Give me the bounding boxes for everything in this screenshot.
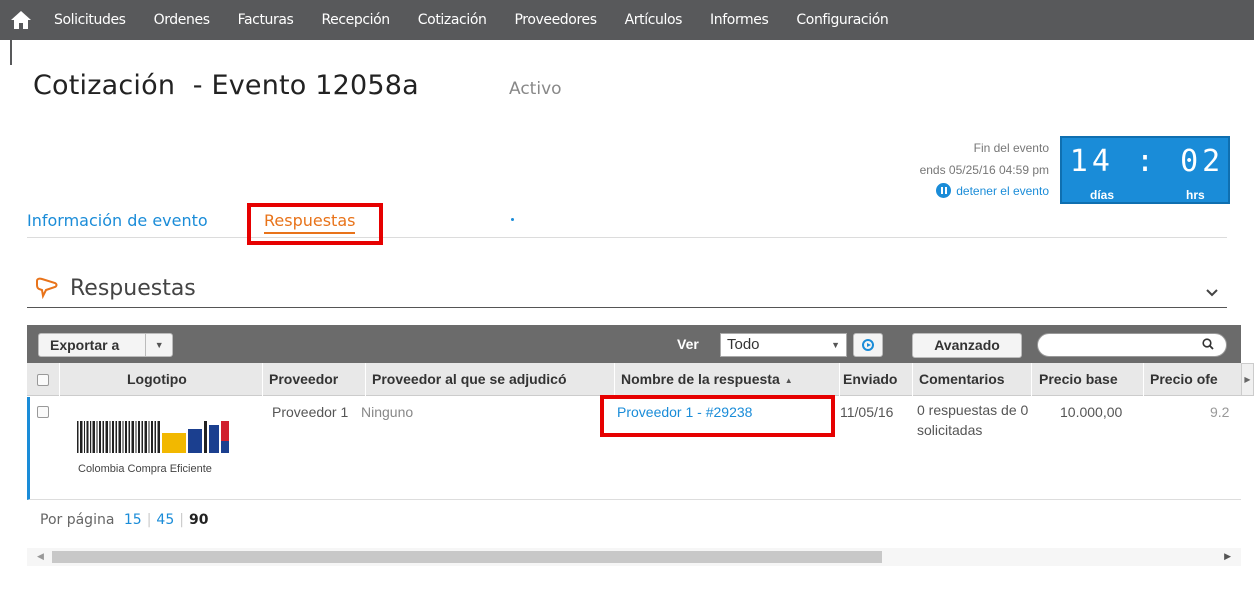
column-separator <box>1031 363 1032 396</box>
top-navigation: Solicitudes Ordenes Facturas Recepción C… <box>0 0 1254 40</box>
countdown-time: 14 : 02 <box>1069 144 1225 179</box>
column-separator <box>59 363 60 396</box>
page-title: Cotización - Evento 12058a <box>33 70 419 101</box>
column-separator <box>262 363 263 396</box>
speech-bubble-icon <box>36 277 58 299</box>
column-separator <box>1143 363 1144 396</box>
highlight-box-link <box>600 395 835 437</box>
column-separator <box>614 363 615 396</box>
caret-down-icon[interactable]: ▼ <box>145 333 172 357</box>
select-all-checkbox[interactable] <box>37 374 49 386</box>
highlight-box-tab <box>247 203 383 245</box>
nav-item-articulos[interactable]: Artículos <box>611 0 696 40</box>
nav-item-solicitudes[interactable]: Solicitudes <box>42 0 140 40</box>
stop-event-link[interactable]: detener el evento <box>936 183 1049 198</box>
column-header-adjudicado[interactable]: Proveedor al que se adjudicó <box>372 363 567 396</box>
play-circle-icon <box>862 339 874 351</box>
cell-adjudicado: Ninguno <box>361 404 414 420</box>
pagination-label: Por página <box>40 512 115 528</box>
cell-enviado: 11/05/16 <box>840 404 894 420</box>
column-header-precio-ofertado[interactable]: Precio ofe <box>1150 363 1218 396</box>
page-size-90[interactable]: 90 <box>189 512 208 528</box>
scroll-right-icon[interactable]: ▶ <box>1241 363 1254 396</box>
search-icon[interactable] <box>1202 338 1214 350</box>
sort-ascending-icon: ▲ <box>784 376 793 385</box>
ver-select[interactable]: Todo ▼ <box>720 333 847 357</box>
column-separator <box>365 363 366 396</box>
pause-icon <box>936 183 952 198</box>
logo-caption: Colombia Compra Eficiente <box>78 463 212 475</box>
caret-down-icon: ▼ <box>831 340 840 350</box>
column-separator <box>839 363 840 396</box>
column-header-precio-base[interactable]: Precio base <box>1039 363 1118 396</box>
cell-precio-base: 10.000,00 <box>1060 404 1123 420</box>
cell-comentarios: 0 respuestas de 0 solicitadas <box>917 402 1029 438</box>
horizontal-scrollbar[interactable]: ◀ ▶ <box>27 548 1241 566</box>
countdown-timer: 14 : 02 días hrs <box>1060 136 1230 204</box>
page-size-45[interactable]: 45 <box>156 512 174 528</box>
nav-item-recepcion[interactable]: Recepción <box>307 0 403 40</box>
tab-bar: Información de evento Respuestas <box>27 208 1227 238</box>
separator: | <box>179 512 184 528</box>
column-separator <box>912 363 913 396</box>
grid-toolbar: Exportar a ▼ Ver Todo ▼ Avanzado <box>27 325 1241 363</box>
event-ends-date: ends 05/25/16 04:59 pm <box>919 163 1049 177</box>
scrollbar-thumb[interactable] <box>52 551 882 563</box>
column-header-enviado[interactable]: Enviado <box>843 363 897 396</box>
home-icon[interactable] <box>0 0 42 40</box>
section-title: Respuestas <box>70 276 196 301</box>
event-end-label: Fin del evento <box>973 141 1049 155</box>
divider <box>27 307 1227 308</box>
cell-proveedor: Proveedor 1 <box>272 404 349 420</box>
nav-item-cotizacion[interactable]: Cotización <box>404 0 501 40</box>
pagination: Por página 15 | 45 | 90 <box>40 512 208 528</box>
nav-item-facturas[interactable]: Facturas <box>224 0 308 40</box>
ver-label: Ver <box>677 336 699 352</box>
dot-marker <box>511 218 514 221</box>
tab-informacion-evento[interactable]: Información de evento <box>27 211 208 230</box>
page-size-15[interactable]: 15 <box>124 512 142 528</box>
nav-item-informes[interactable]: Informes <box>696 0 782 40</box>
countdown-days-label: días <box>1090 188 1115 202</box>
chevron-down-icon[interactable] <box>1204 285 1220 299</box>
nav-item-ordenes[interactable]: Ordenes <box>140 0 224 40</box>
search-input[interactable] <box>1037 333 1227 357</box>
scroll-right-icon[interactable]: ▶ <box>1224 551 1231 562</box>
column-header-logotipo[interactable]: Logotipo <box>127 363 187 396</box>
status-label: Activo <box>509 79 562 99</box>
countdown-hrs-label: hrs <box>1186 188 1205 202</box>
scroll-left-icon[interactable]: ◀ <box>37 551 44 562</box>
advanced-button[interactable]: Avanzado <box>912 333 1022 358</box>
column-header-proveedor[interactable]: Proveedor <box>269 363 338 396</box>
export-label: Exportar a <box>50 337 120 353</box>
table-header: Logotipo Proveedor Proveedor al que se a… <box>27 363 1241 396</box>
column-header-nombre-respuesta[interactable]: Nombre de la respuesta ▲ <box>621 363 793 396</box>
divider <box>10 40 12 65</box>
nav-item-configuracion[interactable]: Configuración <box>782 0 902 40</box>
ver-select-value: Todo <box>727 336 760 353</box>
separator: | <box>146 512 152 528</box>
export-button[interactable]: Exportar a ▼ <box>38 333 173 357</box>
column-header-label: Nombre de la respuesta <box>621 371 780 387</box>
go-button[interactable] <box>853 333 883 357</box>
nav-item-proveedores[interactable]: Proveedores <box>500 0 610 40</box>
cell-precio-ofertado: 9.2 <box>1210 404 1230 420</box>
row-checkbox[interactable] <box>37 406 49 418</box>
column-header-comentarios[interactable]: Comentarios <box>919 363 1005 396</box>
stop-event-label: detener el evento <box>956 183 1049 198</box>
